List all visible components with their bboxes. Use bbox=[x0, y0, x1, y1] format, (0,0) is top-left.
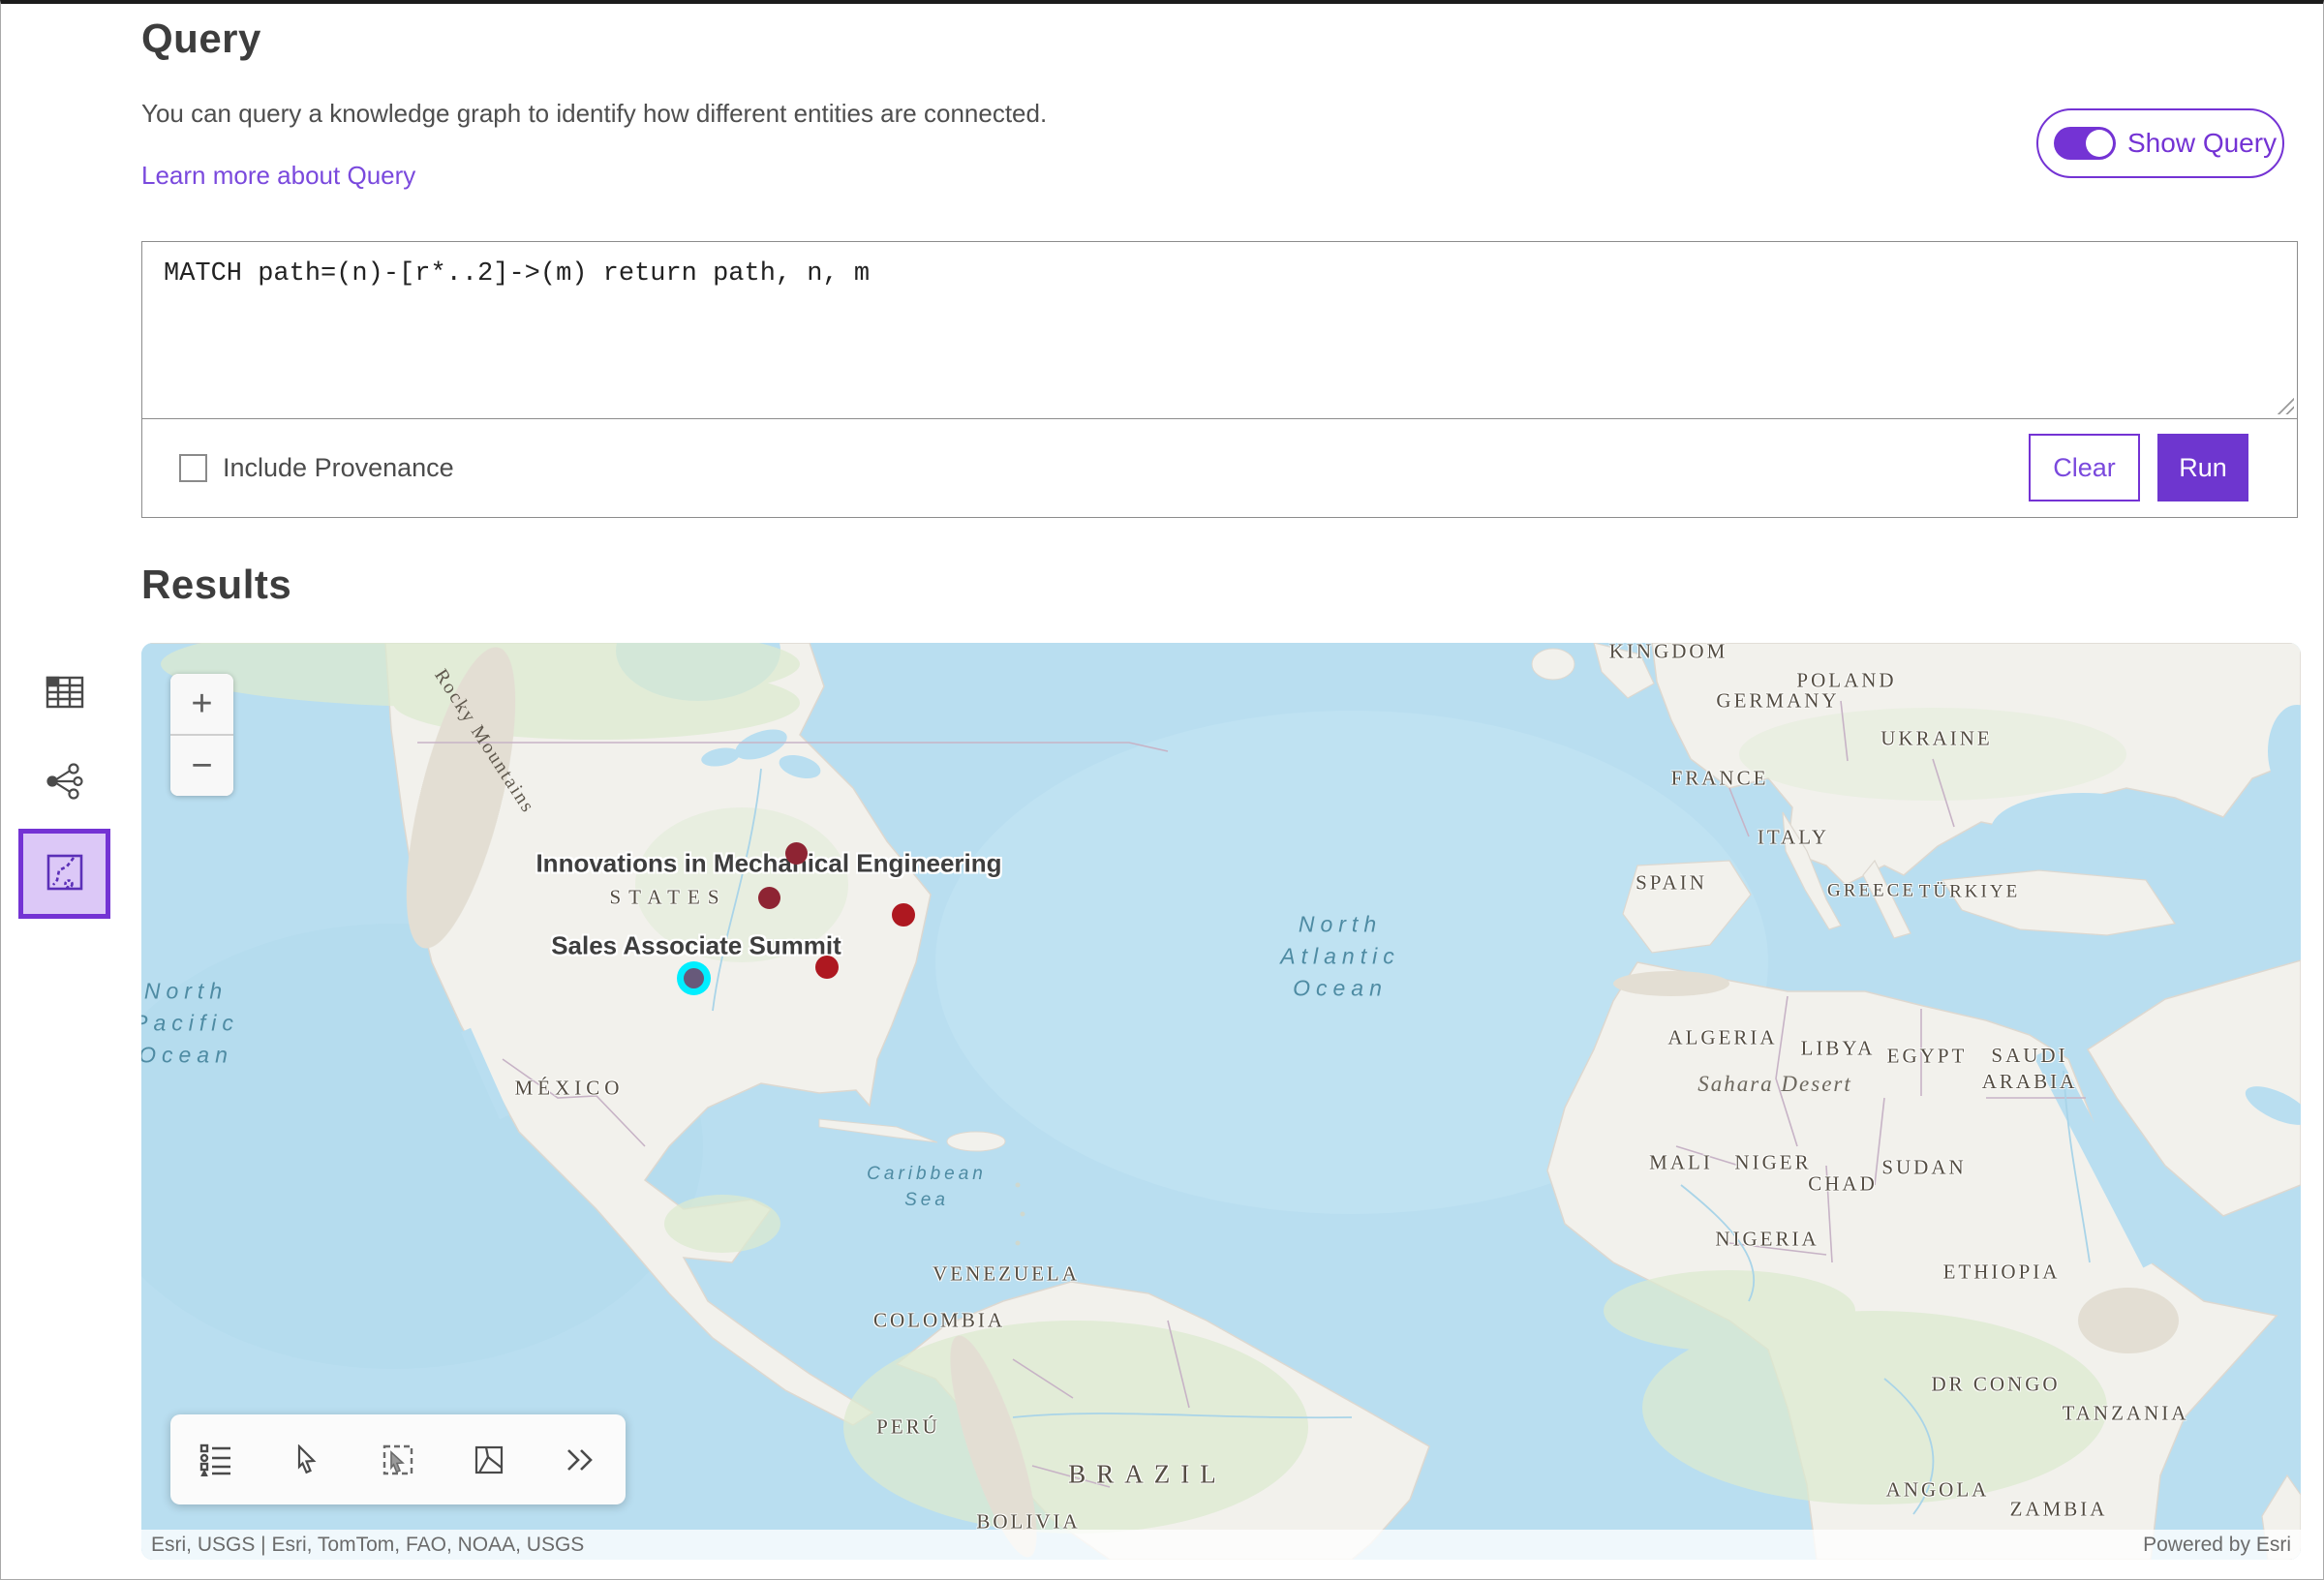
map-marker-selected[interactable] bbox=[684, 968, 704, 988]
learn-more-link[interactable]: Learn more about Query bbox=[141, 161, 415, 191]
run-button[interactable]: Run bbox=[2157, 434, 2248, 501]
show-query-label: Show Query bbox=[2127, 128, 2277, 159]
select-polygon-icon[interactable] bbox=[460, 1431, 518, 1489]
powered-by-esri: Powered by Esri bbox=[2143, 1534, 2291, 1557]
map-attribution: Esri, USGS | Esri, TomTom, FAO, NOAA, US… bbox=[141, 1530, 2301, 1560]
map-marker[interactable] bbox=[892, 903, 915, 927]
clear-button[interactable]: Clear bbox=[2029, 434, 2140, 501]
map-zoom-control: + − bbox=[170, 674, 233, 796]
include-provenance-checkbox[interactable] bbox=[179, 454, 207, 482]
link-chart-icon bbox=[46, 788, 84, 803]
query-page: Query You can query a knowledge graph to… bbox=[0, 0, 2324, 1580]
include-provenance-option[interactable]: Include Provenance bbox=[179, 453, 454, 483]
map-icon bbox=[46, 853, 84, 895]
expand-toolbar-icon[interactable] bbox=[551, 1431, 609, 1489]
view-switcher-link-chart[interactable] bbox=[44, 763, 86, 802]
map-marker[interactable] bbox=[758, 887, 780, 909]
view-switcher-map[interactable] bbox=[18, 829, 110, 919]
select-rectangle-icon[interactable] bbox=[369, 1431, 427, 1489]
attribution-sources: Esri, USGS | Esri, TomTom, FAO, NOAA, US… bbox=[151, 1534, 584, 1557]
zoom-out-button[interactable]: − bbox=[170, 736, 233, 796]
results-title: Results bbox=[141, 562, 291, 608]
table-icon bbox=[46, 698, 84, 713]
map-marker[interactable] bbox=[785, 842, 808, 865]
query-input[interactable]: MATCH path=(n)-[r*..2]->(m) return path,… bbox=[142, 242, 2297, 419]
map-toolbar bbox=[170, 1414, 626, 1504]
page-description: You can query a knowledge graph to ident… bbox=[141, 99, 1047, 129]
query-panel: MATCH path=(n)-[r*..2]->(m) return path,… bbox=[141, 241, 2298, 518]
page-title: Query bbox=[141, 15, 261, 62]
zoom-in-button[interactable]: + bbox=[170, 674, 233, 736]
toggle-knob bbox=[2086, 130, 2113, 157]
map-marker[interactable] bbox=[815, 956, 839, 979]
include-provenance-label: Include Provenance bbox=[223, 453, 454, 483]
legend-icon[interactable] bbox=[187, 1431, 245, 1489]
query-controls: Include Provenance Clear Run bbox=[142, 418, 2297, 517]
cursor-icon[interactable] bbox=[278, 1431, 336, 1489]
view-switcher-table[interactable] bbox=[44, 674, 86, 713]
show-query-toggle[interactable]: Show Query bbox=[2036, 108, 2284, 178]
toggle-track-icon[interactable] bbox=[2054, 127, 2116, 160]
map-view[interactable]: KINGDOMPOLANDGERMANYUKRAINEFRANCEITALYSP… bbox=[141, 643, 2301, 1560]
